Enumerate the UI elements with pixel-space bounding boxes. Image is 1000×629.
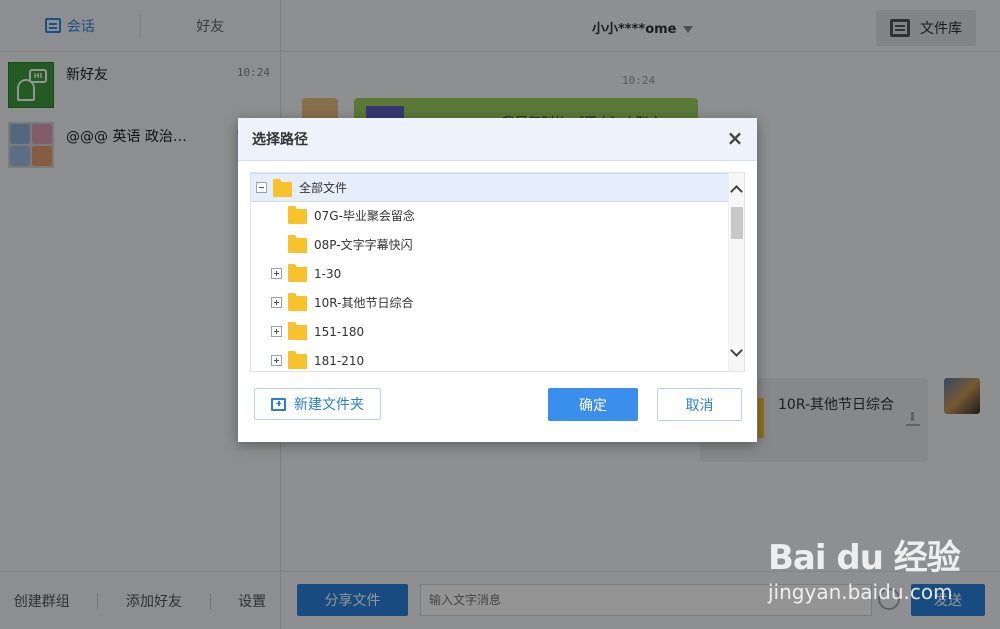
new-folder-icon [271,397,286,411]
cancel-button[interactable]: 取消 [657,388,742,421]
watermark-brand: Bai du 经验 [768,538,961,578]
scrollbar-thumb[interactable] [731,207,743,239]
tree-row[interactable]: 181-210 [251,346,729,371]
chevron-up-icon[interactable] [730,185,743,198]
tree-label: 07G-毕业聚会留念 [314,209,415,223]
watermark-url: jingyan.baidu.com [768,580,953,604]
expand-icon[interactable] [271,268,282,279]
tree-row[interactable]: 10R-其他节日综合 [251,288,729,317]
tree-label: 10R-其他节日综合 [314,296,414,310]
close-icon[interactable]: × [723,126,747,150]
confirm-button[interactable]: 确定 [548,388,638,421]
folder-icon [288,264,307,282]
folder-icon [288,351,307,369]
folder-icon [288,206,307,224]
baidu-watermark: Bai du 经验 jingyan.baidu.com [768,524,996,610]
tree-row[interactable]: 07G-毕业聚会留念 [251,201,729,230]
dialog-title: 选择路径 [252,132,308,148]
select-path-dialog: 选择路径 × 全部文件 07G-毕业聚会留念 08P-文字字幕快闪 1-30 1… [238,118,757,442]
expand-icon[interactable] [271,355,282,366]
tree-label: 151-180 [314,324,365,339]
folder-icon [288,322,307,340]
folder-icon [288,235,307,253]
vertical-scrollbar[interactable] [728,173,744,371]
dialog-header: 选择路径 × [238,118,757,161]
expand-icon[interactable] [271,326,282,337]
tree-label: 全部文件 [299,181,348,195]
folder-tree: 全部文件 07G-毕业聚会留念 08P-文字字幕快闪 1-30 10R-其他节日… [250,172,745,372]
tree-label: 08P-文字字幕快闪 [314,238,413,252]
new-folder-label: 新建文件夹 [294,397,364,413]
tree-row[interactable]: 1-30 [251,259,729,288]
folder-icon [288,293,307,311]
chevron-down-icon[interactable] [730,344,743,357]
tree-row[interactable]: 08P-文字字幕快闪 [251,230,729,259]
tree-label: 181-210 [314,353,365,368]
new-folder-button[interactable]: 新建文件夹 [254,388,381,420]
tree-label: 1-30 [314,266,342,281]
folder-icon [273,179,292,197]
collapse-icon[interactable] [256,182,267,193]
expand-icon[interactable] [271,297,282,308]
tree-row-root[interactable]: 全部文件 [251,173,729,202]
tree-row[interactable]: 151-180 [251,317,729,346]
